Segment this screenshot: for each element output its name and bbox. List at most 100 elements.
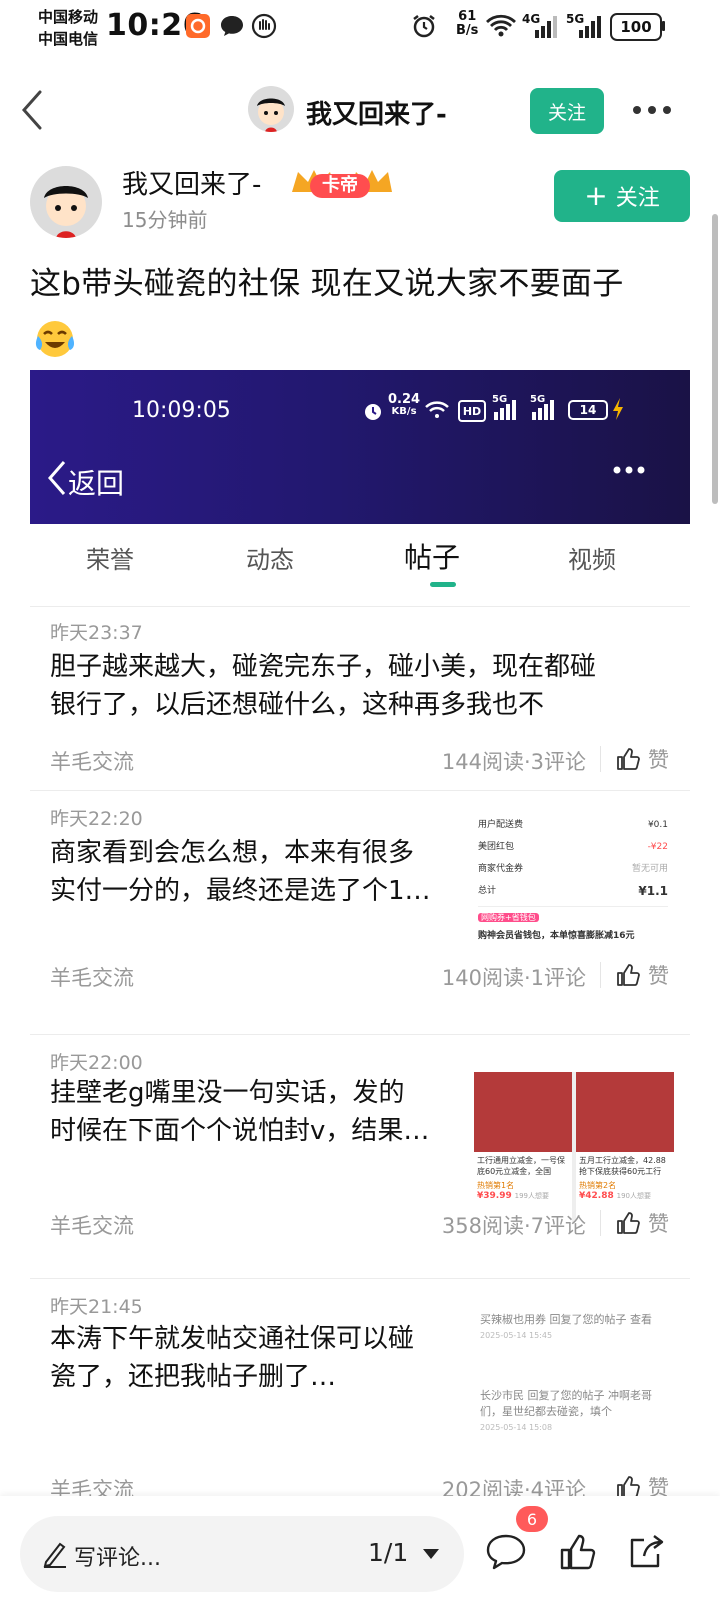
scrollbar[interactable] (712, 214, 718, 504)
thumb-card-text: 五月工行立减金，42.88抢下保底获得60元工行 (579, 1156, 666, 1176)
more-dots-icon (633, 106, 671, 114)
thumb-notification-text: 买辣椒也用券 回复了您的帖子 查看 (480, 1313, 652, 1326)
item-thumbnail[interactable]: 工行通用立减金，一号保底60元立减金，全国 热销第1名 ¥39.99 199人想… (474, 1072, 674, 1222)
shot-battery: 14 (568, 400, 608, 420)
thumb-notification: 买辣椒也用券 回复了您的帖子 查看 2025-05-14 15:45 (480, 1312, 660, 1344)
thumb-row-value: ¥1.1 (638, 884, 668, 898)
like-button[interactable]: 赞 (616, 1472, 669, 1496)
like-button[interactable]: 赞 (616, 960, 669, 990)
thumb-row-label: 总计 (478, 886, 497, 896)
stats-separator (600, 1210, 601, 1236)
item-source[interactable]: 羊毛交流 (50, 746, 134, 776)
item-thumbnail[interactable]: 买辣椒也用券 回复了您的帖子 查看 2025-05-14 15:45 长沙市民 … (472, 1308, 674, 1444)
item-text-line-1: 本涛下午就发帖交通社保可以碰 (50, 1324, 415, 1354)
badge-label: 卡帝 (322, 175, 358, 196)
comment-icon (486, 1534, 526, 1570)
shot-alarm-icon (362, 400, 384, 426)
item-time: 昨天22:20 (50, 808, 143, 830)
list-item[interactable]: 昨天23:37 胆子越来越大，碰瓷完东子，碰小美，现在都碰 银行了，以后还想碰什… (0, 606, 720, 790)
thumb-card: 五月工行立减金，42.88抢下保底获得60元工行 热销第2名 ¥42.88 19… (576, 1072, 674, 1222)
share-button[interactable] (624, 1528, 670, 1574)
stats-separator (600, 746, 601, 772)
like-label: 赞 (648, 748, 669, 772)
item-text-line-2: 时候在下面个个说怕封v，结果… (50, 1116, 430, 1146)
item-text: 挂壁老g嘴里没一句实话，发的 时候在下面个个说怕封v，结果… (50, 1074, 470, 1150)
shot-net-speed-value: 0.24 (388, 392, 421, 407)
like-button[interactable]: 赞 (616, 1208, 669, 1238)
nav-title: 我又回来了- (306, 100, 447, 130)
shot-hd-badge: HD (458, 400, 486, 422)
alarm-icon (410, 12, 438, 40)
stats-separator (600, 962, 601, 988)
nav-follow-button[interactable]: 关注 (530, 88, 604, 134)
author-avatar[interactable] (30, 166, 102, 238)
back-button[interactable] (14, 88, 54, 132)
thumb-notification: 长沙市民 回复了您的帖子 冲啊老哥们，星世纪都去碰瓷，填个 2025-05-14… (480, 1388, 660, 1436)
thumb-card-sold: 190人想要 (616, 1192, 651, 1200)
item-stats: 144阅读·3评论 (441, 750, 586, 774)
shot-charging-icon (612, 398, 624, 424)
item-time: 昨天21:45 (50, 1296, 143, 1318)
thumb-promo-text: 购神会员省钱包，本单惊喜膨胀减16元 (478, 931, 635, 941)
battery-tip (662, 21, 665, 31)
app-notification-icon (184, 12, 212, 40)
like-label: 赞 (648, 1476, 669, 1496)
shot-signal-1-icon (492, 400, 518, 424)
item-source[interactable]: 羊毛交流 (50, 1210, 134, 1240)
item-stats: 140阅读·1评论 (441, 966, 586, 990)
thumb-row-value: 暂无可用 (631, 864, 668, 874)
list-item[interactable]: 昨天22:00 挂壁老g嘴里没一句实话，发的 时候在下面个个说怕封v，结果… 工… (0, 1034, 720, 1278)
thumb-notification-text: 长沙市民 回复了您的帖子 冲啊老哥们，星世纪都去碰瓷，填个 (480, 1389, 652, 1418)
tab-activity[interactable]: 动态 (200, 540, 340, 575)
item-text-line-1: 商家看到会怎么想，本来有很多 (50, 838, 415, 868)
shot-signal-2-icon (530, 400, 556, 424)
author-name[interactable]: 我又回来了- (122, 164, 261, 201)
item-text: 商家看到会怎么想，本来有很多 实付一分的，最终还是选了个1… (50, 834, 470, 910)
item-stats: 202阅读·4评论 (441, 1478, 586, 1496)
item-thumbnail[interactable]: 用户配送费 ¥0.1 美团红包 -¥22 商家代金券 暂无可用 总计 ¥1.1 网购券+… (472, 810, 674, 960)
item-text-line-1: 胆子越来越大，碰瓷完东子，碰小美，现在都碰 (50, 652, 597, 682)
nav-avatar[interactable] (248, 86, 294, 132)
list-item[interactable]: 昨天21:45 本涛下午就发帖交通社保可以碰 瓷了，还把我帖子删了… 买辣椒也用… (0, 1278, 720, 1496)
item-text: 本涛下午就发帖交通社保可以碰 瓷了，还把我帖子删了… (50, 1320, 470, 1396)
post-image[interactable]: 10:09:05 0.24 KB/s HD 5G 5G 14 返回 (30, 370, 690, 524)
caret-down-icon[interactable] (422, 1548, 440, 1560)
tab-honor[interactable]: 荣誉 (40, 540, 180, 575)
like-post-button[interactable] (556, 1530, 600, 1574)
item-source[interactable]: 羊毛交流 (50, 962, 134, 992)
thumb-up-icon (617, 1212, 640, 1234)
wifi-icon (484, 12, 518, 40)
item-stats: 358阅读·7评论 (441, 1214, 586, 1238)
list-item[interactable]: 昨天22:20 商家看到会怎么想，本来有很多 实付一分的，最终还是选了个1… 用… (0, 790, 720, 1034)
more-button[interactable] (632, 96, 676, 124)
thumb-card-rank: 热销第2名 (579, 1181, 617, 1190)
thumb-up-icon (617, 1476, 640, 1496)
item-source[interactable]: 羊毛交流 (50, 1474, 134, 1496)
shot-more-icon (612, 460, 646, 479)
net-speed: 61 B/s (456, 10, 478, 38)
battery-indicator: 100 (610, 13, 662, 41)
comment-count-badge: 6 (516, 1506, 548, 1532)
post-time: 15分钟前 (122, 208, 208, 232)
plus-icon: + (584, 179, 608, 212)
post-content: 这b带头碰瓷的社保 现在又说大家不要面子 (30, 264, 624, 304)
shot-battery-level: 14 (579, 403, 597, 417)
page-indicator[interactable]: 1/1 (368, 1538, 408, 1567)
tab-posts[interactable]: 帖子 (362, 536, 502, 576)
laugh-cry-emoji-icon (34, 318, 76, 360)
follow-button[interactable]: + 关注 (554, 170, 690, 222)
shot-back-label: 返回 (68, 467, 125, 500)
like-button[interactable]: 赞 (616, 744, 669, 774)
tab-videos[interactable]: 视频 (522, 540, 662, 575)
tab-indicator (430, 582, 456, 587)
comment-button[interactable] (484, 1530, 528, 1574)
signal-1-icon (532, 12, 560, 40)
shot-wifi-icon (424, 400, 450, 424)
thumb-up-icon (560, 1534, 596, 1570)
comment-placeholder: 写评论... (74, 1546, 161, 1571)
shot-back-chevron-icon (46, 460, 68, 500)
thumb-card-text: 工行通用立减金，一号保底60元立减金，全国 (477, 1156, 565, 1176)
chevron-left-icon (21, 90, 42, 130)
thumb-row-label: 商家代金券 (478, 864, 524, 874)
comment-input[interactable]: 写评论... 1/1 (20, 1516, 464, 1592)
